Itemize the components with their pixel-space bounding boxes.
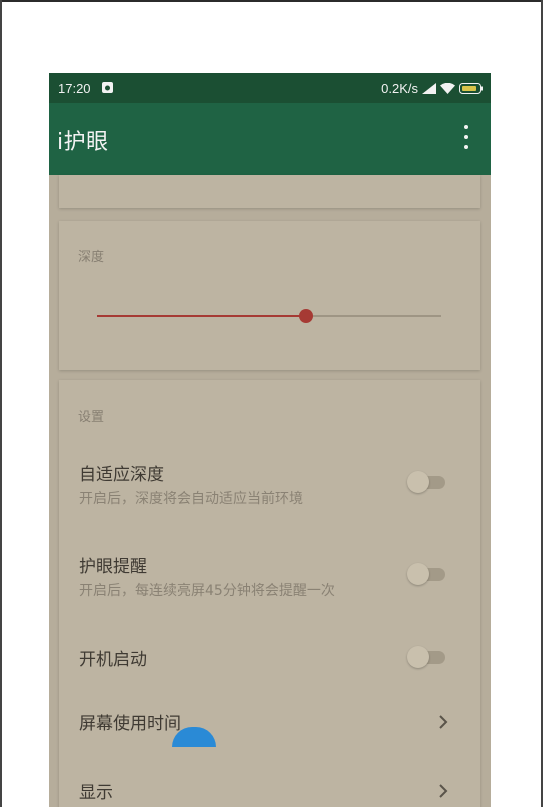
battery-icon — [459, 83, 483, 94]
settings-item-eye-reminder[interactable]: 护眼提醒 开启后，每连续亮屏45分钟将会提醒一次 — [59, 552, 480, 612]
eye-reminder-toggle[interactable] — [407, 563, 447, 585]
status-time: 17:20 — [58, 81, 91, 96]
app-title: i护眼 — [57, 130, 109, 155]
depth-card: 深度 — [59, 221, 480, 370]
row-title: 护眼提醒 — [79, 557, 147, 577]
status-bar: 17:20 0.2K/s — [49, 73, 491, 103]
depth-label: 深度 — [78, 250, 105, 265]
depth-slider[interactable] — [97, 306, 441, 326]
screenshot-border-left — [0, 0, 2, 807]
settings-item-adaptive-depth[interactable]: 自适应深度 开启后，深度将会自动适应当前环境 — [59, 460, 480, 520]
chevron-right-icon — [437, 714, 449, 730]
row-title: 屏幕使用时间 — [79, 714, 181, 734]
slider-thumb[interactable] — [299, 309, 313, 323]
app-bar: i护眼 — [49, 103, 491, 175]
slider-track-inactive — [307, 315, 441, 317]
more-vert-icon[interactable] — [462, 125, 470, 149]
previous-card-stub — [59, 175, 480, 208]
row-title: 开机启动 — [79, 650, 147, 670]
slider-track-active — [97, 315, 307, 317]
start-on-boot-toggle[interactable] — [407, 646, 447, 668]
settings-item-display[interactable]: 显示 — [59, 776, 480, 806]
network-speed: 0.2K/s — [381, 81, 418, 96]
chevron-right-icon — [437, 783, 449, 799]
notification-icon — [102, 82, 113, 93]
status-right-group: 0.2K/s — [381, 81, 483, 96]
content-area: 深度 设置 自适应深度 开启后，深度将会自动适应当前环境 护眼提醒 开启后，每连… — [49, 175, 491, 807]
row-title: 显示 — [79, 783, 113, 803]
settings-item-screen-time[interactable]: 屏幕使用时间 — [59, 707, 480, 737]
row-subtitle: 开启后，每连续亮屏45分钟将会提醒一次 — [79, 583, 335, 599]
row-subtitle: 开启后，深度将会自动适应当前环境 — [79, 491, 303, 507]
phone-screen: 17:20 0.2K/s i护眼 深度 设置 自适应深度 开启后，深度将会自动适… — [49, 73, 491, 807]
settings-item-start-on-boot[interactable]: 开机启动 — [59, 643, 480, 673]
row-title: 自适应深度 — [79, 465, 164, 485]
screenshot-border-top — [0, 0, 543, 2]
wifi-icon — [440, 83, 455, 94]
toggle-thumb — [407, 563, 429, 585]
settings-card: 设置 自适应深度 开启后，深度将会自动适应当前环境 护眼提醒 开启后，每连续亮屏… — [59, 380, 480, 807]
settings-label: 设置 — [78, 410, 105, 425]
adaptive-depth-toggle[interactable] — [407, 471, 447, 493]
toggle-thumb — [407, 646, 429, 668]
signal-icon — [422, 83, 436, 94]
toggle-thumb — [407, 471, 429, 493]
